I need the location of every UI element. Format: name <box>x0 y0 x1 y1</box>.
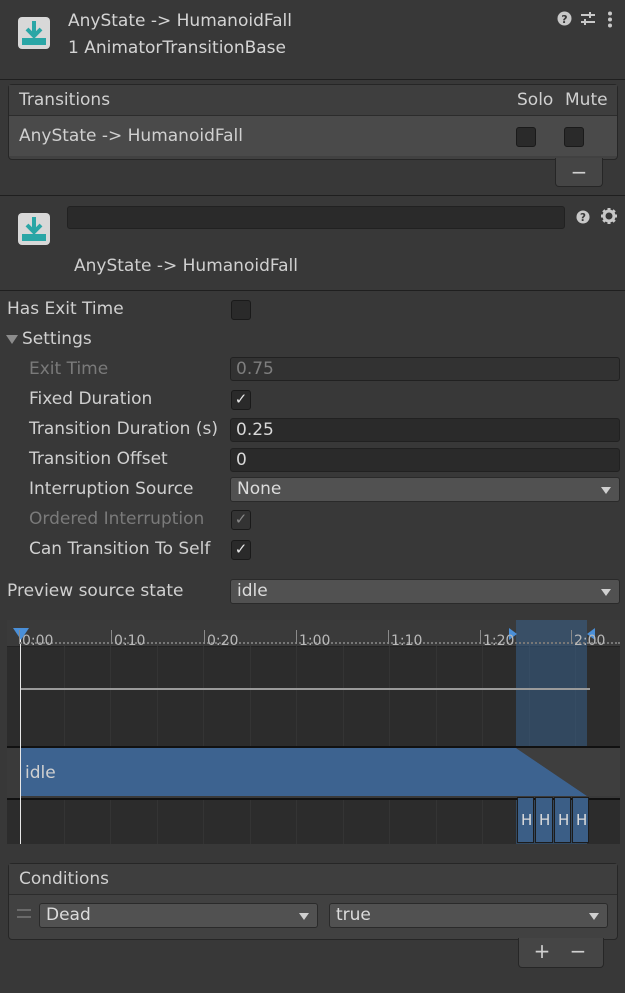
weight-curve <box>20 688 590 690</box>
source-clip-fade <box>516 748 620 796</box>
add-condition-button[interactable]: + <box>529 939 555 963</box>
transition-offset-label: Transition Offset <box>29 449 168 469</box>
dest-clip[interactable]: H <box>535 797 553 843</box>
more-icon[interactable] <box>607 11 613 32</box>
condition-parameter-dropdown[interactable]: Dead <box>39 903 318 928</box>
solo-column-header: Solo <box>517 90 554 110</box>
source-clip-label: idle <box>25 763 56 783</box>
solo-checkbox[interactable] <box>516 127 536 147</box>
settings-foldout-label[interactable]: Settings <box>22 329 92 349</box>
ordered-interruption-label: Ordered Interruption <box>29 509 205 529</box>
interruption-source-dropdown[interactable]: None <box>230 477 620 502</box>
conditions-list: Conditions Dead true <box>8 863 618 940</box>
dest-clip-label: H <box>558 811 570 829</box>
condition-value-value: true <box>336 905 371 925</box>
preview-source-label: Preview source state <box>7 581 184 601</box>
playhead-line <box>20 630 21 844</box>
chevron-down-icon <box>589 913 599 920</box>
ordered-interruption-checkbox: ✓ <box>231 510 251 530</box>
dest-clip-label: H <box>576 811 588 829</box>
transition-duration-label: Transition Duration (s) <box>29 419 218 439</box>
svg-text:?: ? <box>580 212 586 224</box>
ruler-tick-label: 0:20 <box>207 633 239 649</box>
dest-clip-label: H <box>521 811 533 829</box>
transition-duration-field[interactable]: 0.25 <box>230 418 620 442</box>
help-icon[interactable]: ? <box>576 209 590 228</box>
has-exit-time-label: Has Exit Time <box>7 299 124 319</box>
condition-parameter-value: Dead <box>46 905 91 925</box>
dest-clip-label: H <box>539 811 551 829</box>
exit-time-field: 0.75 <box>230 357 620 381</box>
interruption-source-value: None <box>237 479 282 499</box>
transitions-title: Transitions <box>19 90 111 110</box>
preset-icon[interactable] <box>580 11 596 31</box>
chevron-down-icon <box>601 487 611 494</box>
can-transition-to-self-checkbox[interactable]: ✓ <box>231 540 251 560</box>
source-clip[interactable] <box>20 748 517 796</box>
transitions-list: Transitions Solo Mute AnyState -> Humano… <box>8 84 618 160</box>
can-transition-to-self-label: Can Transition To Self <box>29 539 211 559</box>
transition-row-name: AnyState -> HumanoidFall <box>19 126 243 146</box>
has-exit-time-checkbox[interactable] <box>231 300 251 320</box>
drag-handle-icon[interactable] <box>17 909 31 918</box>
transition-asset-icon <box>17 212 51 246</box>
help-icon[interactable]: ? <box>557 11 572 30</box>
ruler-tick-label: 0:00 <box>22 633 54 649</box>
inspector-title: AnyState -> HumanoidFall <box>68 11 292 31</box>
remove-condition-button[interactable]: − <box>565 939 591 963</box>
transition-title: AnyState -> HumanoidFall <box>74 256 298 276</box>
transition-name-field[interactable] <box>67 206 565 229</box>
mute-checkbox[interactable] <box>564 127 584 147</box>
dest-clip[interactable]: H <box>572 797 589 843</box>
dest-clip[interactable]: H <box>554 797 571 843</box>
transitions-footer: − <box>555 158 603 187</box>
chevron-down-icon <box>299 913 309 920</box>
ruler-tick-label: 2:00 <box>574 633 606 649</box>
interruption-source-label: Interruption Source <box>29 479 194 499</box>
condition-value-dropdown[interactable]: true <box>329 903 608 928</box>
ruler-tick-label: 1:20 <box>483 633 515 649</box>
conditions-footer: + − <box>518 938 604 968</box>
fixed-duration-label: Fixed Duration <box>29 389 153 409</box>
ruler-tick-label: 0:10 <box>114 633 146 649</box>
transition-offset-field[interactable]: 0 <box>230 448 620 472</box>
settings-foldout-arrow-icon[interactable] <box>6 335 18 344</box>
transition-timeline[interactable]: idle H H H H <box>7 620 620 844</box>
condition-row: Dead true <box>9 895 617 937</box>
chevron-down-icon <box>601 589 611 596</box>
preview-source-dropdown[interactable]: idle <box>230 579 620 604</box>
transition-icon <box>17 16 51 50</box>
ruler-tick-label: 1:00 <box>299 633 331 649</box>
fixed-duration-checkbox[interactable]: ✓ <box>231 390 251 410</box>
gear-icon[interactable] <box>601 208 617 228</box>
mute-column-header: Mute <box>565 90 608 110</box>
ruler-tick-label: 1:10 <box>391 633 423 649</box>
remove-transition-button[interactable]: − <box>556 160 602 184</box>
exit-time-label: Exit Time <box>29 359 109 379</box>
transition-row[interactable]: AnyState -> HumanoidFall <box>9 116 617 156</box>
preview-source-value: idle <box>237 581 268 601</box>
svg-text:?: ? <box>561 13 567 26</box>
inspector-subtitle: 1 AnimatorTransitionBase <box>68 38 286 58</box>
conditions-title: Conditions <box>19 869 109 889</box>
dest-clip[interactable]: H <box>517 797 534 843</box>
